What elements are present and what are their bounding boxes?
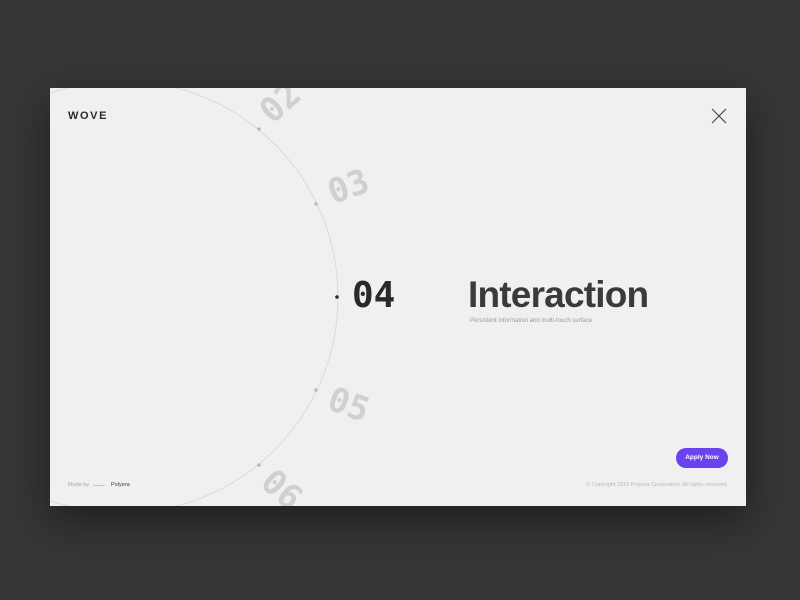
wheel-dot-04 [335, 295, 339, 299]
polyera-link[interactable]: Polyera [111, 482, 130, 488]
section-title: Interaction [468, 274, 649, 315]
wheel-dot-05 [314, 388, 318, 392]
wheel-number-04[interactable]: 04 [352, 278, 395, 314]
section-subtitle: Persistent information and multi-touch s… [470, 318, 593, 324]
made-by-divider [93, 485, 105, 486]
wheel-dot-03 [314, 202, 318, 206]
apply-now-button[interactable]: Apply Now [676, 448, 728, 468]
copyright-text: © Copyright 2015 Polyera Corporation. Al… [586, 482, 728, 488]
wheel-arc [50, 88, 339, 506]
wheel-dot-02 [257, 127, 261, 131]
made-by-label: Made by [68, 482, 90, 488]
modal-panel: WOVE 02 03 04 05 06 Interaction Persiste… [50, 88, 746, 506]
wheel-dot-06 [257, 463, 261, 467]
